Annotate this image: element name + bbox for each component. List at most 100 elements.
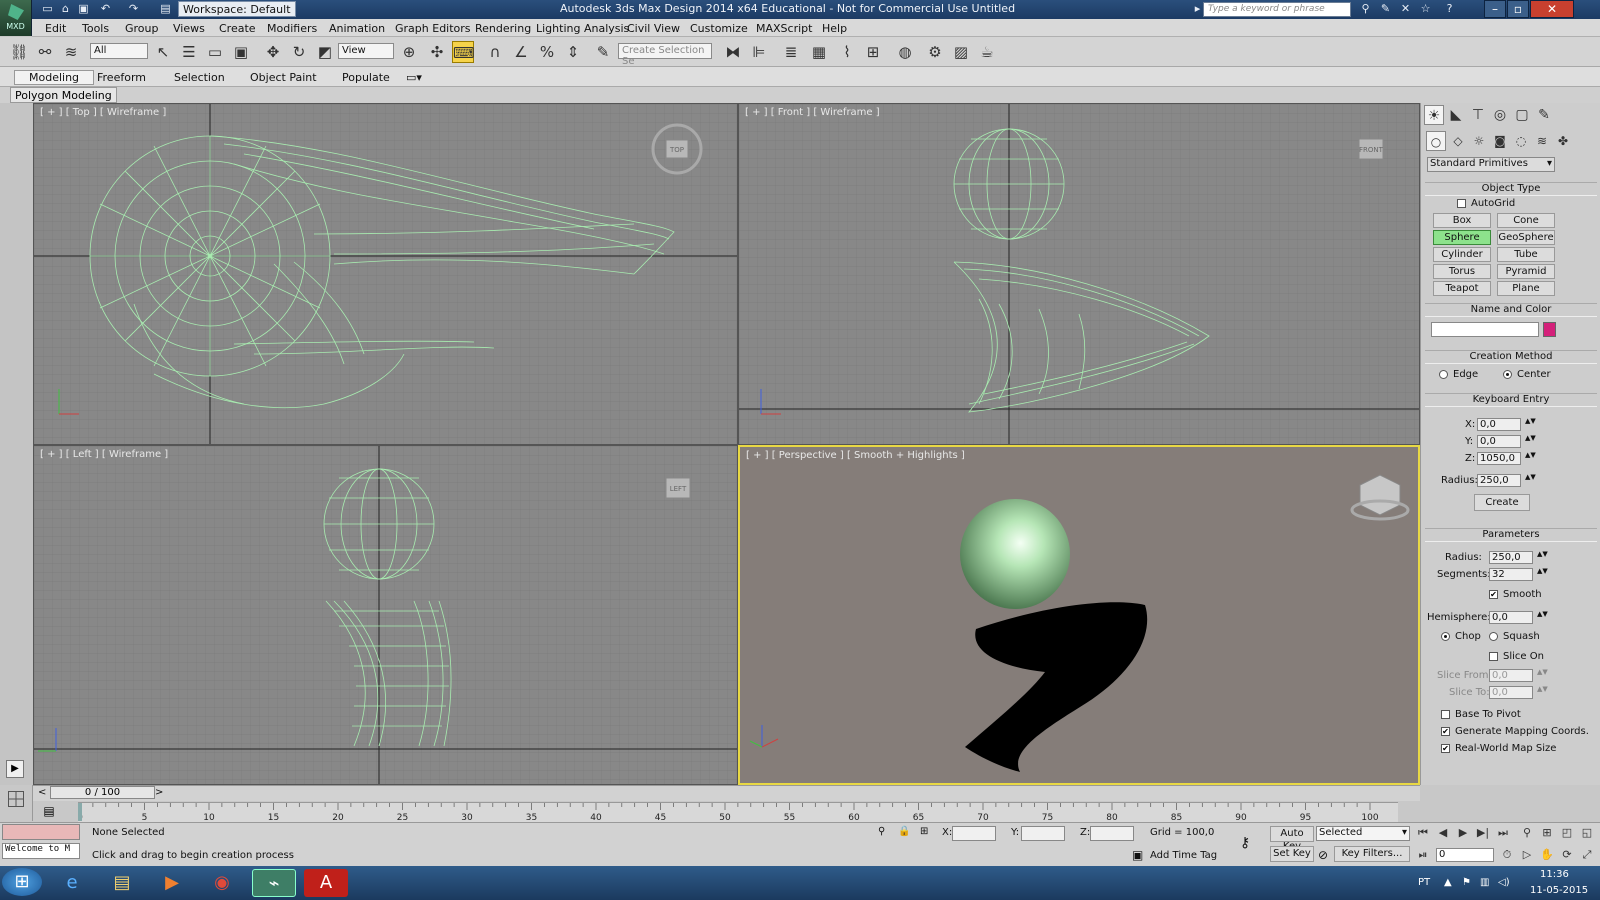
viewport-front[interactable]: FRONT [ + ] [ Front ] [ Wireframe ] — [738, 103, 1420, 445]
box-button[interactable]: Box — [1433, 213, 1491, 228]
plane-button[interactable]: Plane — [1497, 281, 1555, 296]
tray-expand-icon[interactable]: ▲ — [1444, 877, 1452, 888]
named-selection-dropdown[interactable]: Create Selection Se — [618, 43, 712, 67]
close-button[interactable]: ✕ — [1530, 0, 1574, 18]
goto-start-icon[interactable]: ⏮ — [1414, 824, 1432, 842]
geosphere-button[interactable]: GeoSphere — [1497, 230, 1555, 245]
network-icon[interactable]: ▥ — [1480, 877, 1489, 888]
create-button[interactable]: Create — [1474, 494, 1530, 511]
center-radio[interactable] — [1503, 370, 1512, 379]
menu-customize[interactable]: Customize — [690, 22, 748, 35]
ribbon-options-icon[interactable]: ▭▾ — [406, 71, 422, 84]
viewport-label-front[interactable]: [ + ] [ Front ] [ Wireframe ] — [745, 107, 880, 118]
isolate-selection-icon[interactable]: ⚲ — [878, 826, 885, 837]
absolute-mode-icon[interactable]: ⊞ — [920, 826, 928, 837]
key-mode-toggle-icon[interactable]: ⏯ — [1414, 846, 1432, 864]
maxscript-listener-field[interactable]: Welcome to M — [2, 843, 80, 859]
menu-tools[interactable]: Tools — [82, 22, 109, 35]
lights-icon[interactable]: ☼ — [1469, 131, 1489, 151]
current-frame-field[interactable]: 0 — [1436, 848, 1494, 862]
binoculars-icon[interactable]: ⚲ — [1358, 2, 1373, 16]
zoom-extents-all-icon[interactable]: ◱ — [1578, 824, 1596, 842]
redo-icon[interactable]: ↷ — [126, 2, 141, 16]
zoom-extents-icon[interactable]: ◰ — [1558, 824, 1576, 842]
gen-mapping-checkbox[interactable]: ✔ — [1441, 727, 1450, 736]
zoom-all-icon[interactable]: ⊞ — [1538, 824, 1556, 842]
rollout-keyboard-entry[interactable]: Keyboard Entry — [1425, 393, 1597, 407]
torus-button[interactable]: Torus — [1433, 264, 1491, 279]
rollout-object-type[interactable]: Object Type — [1425, 182, 1597, 196]
sphere-button[interactable]: Sphere — [1433, 230, 1491, 245]
start-button[interactable]: ⊞ — [2, 868, 42, 896]
layer-manager-icon[interactable]: ≣ — [780, 41, 802, 63]
utilities-tab-icon[interactable]: ✎ — [1534, 105, 1554, 125]
spacewarps-icon[interactable]: ≋ — [1532, 131, 1552, 151]
play-icon[interactable]: ▶ — [1454, 824, 1472, 842]
edge-radio[interactable] — [1439, 370, 1448, 379]
selection-filter-dropdown[interactable]: All — [90, 43, 148, 59]
rect-selection-icon[interactable]: ▭ — [204, 41, 226, 63]
lock-selection-icon[interactable]: 🔒 — [898, 826, 910, 837]
shapes-icon[interactable]: ◇ — [1448, 131, 1468, 151]
field-of-view-icon[interactable]: ▷ — [1518, 846, 1536, 864]
menu-create[interactable]: Create — [219, 22, 256, 35]
object-color-swatch[interactable] — [1543, 322, 1556, 337]
goto-end-icon[interactable]: ⏭ — [1494, 824, 1512, 842]
chrome-icon[interactable]: ◉ — [200, 869, 244, 897]
favorites-icon[interactable]: ☆ — [1418, 2, 1433, 16]
pan-view-icon[interactable]: ✋ — [1538, 846, 1556, 864]
zoom-icon[interactable]: ⚲ — [1518, 824, 1536, 842]
kb-radius-field[interactable]: 250,0 — [1477, 474, 1521, 487]
project-folder-icon[interactable]: ▤ — [158, 2, 173, 16]
smooth-checkbox[interactable]: ✔ — [1489, 590, 1498, 599]
pyramid-button[interactable]: Pyramid — [1497, 264, 1555, 279]
menu-views[interactable]: Views — [173, 22, 205, 35]
object-name-field[interactable] — [1431, 322, 1539, 337]
help-icon[interactable]: ? — [1442, 2, 1457, 16]
kb-x-field[interactable]: 0,0 — [1477, 418, 1521, 431]
slice-from-spinner[interactable]: ▲▼ — [1537, 668, 1548, 676]
menu-civil-view[interactable]: Civil View — [627, 22, 680, 35]
slice-on-checkbox[interactable] — [1489, 652, 1498, 661]
graphite-toggle-icon[interactable]: ▦ — [808, 41, 830, 63]
menu-edit[interactable]: Edit — [45, 22, 66, 35]
unlink-icon[interactable]: ⚯ — [34, 41, 56, 63]
time-prev-button[interactable]: < — [38, 787, 46, 798]
rollout-parameters[interactable]: Parameters — [1425, 528, 1597, 542]
param-radius-spinner[interactable]: ▲▼ — [1537, 550, 1548, 558]
kb-y-spinner[interactable]: ▲▼ — [1525, 434, 1536, 442]
polygon-modeling-panel[interactable]: Polygon Modeling — [10, 87, 117, 103]
pivot-center-icon[interactable]: ⊕ — [398, 41, 420, 63]
link-icon[interactable]: ⛓ — [8, 41, 30, 63]
tab-selection[interactable]: Selection — [174, 71, 225, 84]
file-explorer-icon[interactable]: ▤ — [100, 869, 144, 897]
internet-explorer-icon[interactable]: e — [50, 869, 94, 897]
hierarchy-tab-icon[interactable]: ⊤ — [1468, 105, 1488, 125]
communication-icon[interactable]: ✕ — [1398, 2, 1413, 16]
category-dropdown[interactable]: Standard Primitives ▾ — [1427, 157, 1555, 172]
spinner-snap-icon[interactable]: ⇕ — [562, 41, 584, 63]
kb-radius-spinner[interactable]: ▲▼ — [1525, 473, 1536, 481]
snaps-toggle-icon[interactable]: ∩ — [484, 41, 506, 63]
app-logo[interactable]: MXD — [0, 0, 32, 36]
y-coord-field[interactable] — [1021, 826, 1065, 841]
scale-icon[interactable]: ◩ — [314, 41, 336, 63]
next-frame-icon[interactable]: ▶| — [1474, 824, 1492, 842]
viewport-left[interactable]: LEFT [ + ] [ Left ] [ Wireframe ] — [33, 445, 738, 785]
reference-coordinate-dropdown[interactable]: View — [338, 43, 394, 59]
prev-frame-icon[interactable]: ◀ — [1434, 824, 1452, 842]
align-icon[interactable]: ⊫ — [748, 41, 770, 63]
slice-to-spinner[interactable]: ▲▼ — [1537, 685, 1548, 693]
modify-tab-icon[interactable]: ◣ — [1446, 105, 1466, 125]
time-next-button[interactable]: > — [155, 787, 163, 798]
z-coord-field[interactable] — [1090, 826, 1134, 841]
curve-editor-mini-icon[interactable]: ▤ — [40, 804, 58, 820]
menu-help[interactable]: Help — [822, 22, 847, 35]
clock-time[interactable]: 11:36 — [1540, 869, 1569, 880]
media-player-icon[interactable]: ▶ — [150, 869, 194, 897]
autogrid-checkbox[interactable] — [1457, 199, 1466, 208]
select-manipulate-icon[interactable]: ✣ — [426, 41, 448, 63]
viewport-top[interactable]: TOP [ + ] [ Top ] [ Wireframe ] — [33, 103, 738, 445]
subscription-icon[interactable]: ✎ — [1378, 2, 1393, 16]
viewport-label-perspective[interactable]: [ + ] [ Perspective ] [ Smooth + Highlig… — [746, 450, 965, 461]
